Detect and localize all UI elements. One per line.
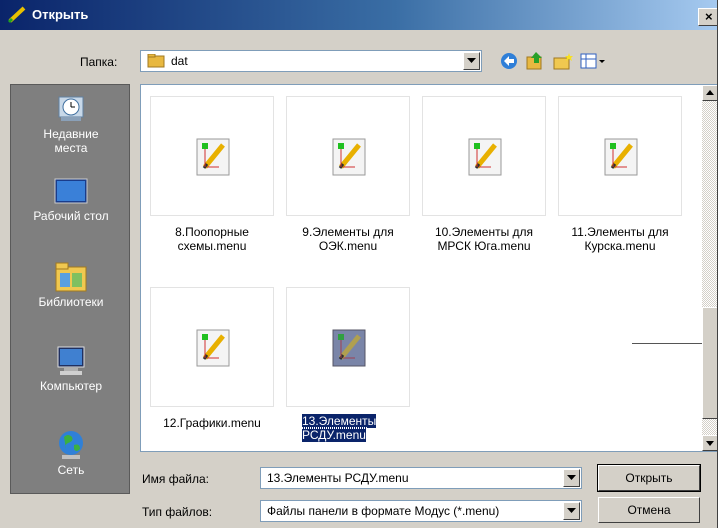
new-folder-icon[interactable]	[552, 51, 574, 71]
place-label: Компьютер	[39, 379, 103, 393]
place-label: Рабочий стол	[33, 209, 109, 223]
chevron-down-icon	[567, 475, 576, 480]
place-recent[interactable]: Недавние места	[11, 93, 131, 155]
menu-file-icon	[604, 138, 638, 176]
desktop-icon	[54, 178, 88, 204]
chevron-down-icon	[706, 441, 714, 446]
filename-value: 13.Элементы РСДУ.menu	[267, 471, 409, 485]
menu-file-icon	[196, 329, 230, 367]
file-tile-11[interactable]	[558, 96, 682, 216]
filename-label: Имя файла:	[142, 472, 209, 486]
chevron-down-icon	[467, 58, 476, 63]
file-name[interactable]: 8.Поопорные схемы.menu	[150, 225, 274, 253]
cancel-button[interactable]: Отмена	[598, 497, 700, 523]
file-tile-9[interactable]	[286, 96, 410, 216]
title-bar[interactable]: Открыть ×	[0, 0, 717, 30]
folder-select[interactable]: dat	[140, 50, 482, 72]
places-bar: Недавние места Рабочий стол Библиотеки К…	[10, 84, 130, 494]
folder-icon	[147, 54, 165, 68]
filetype-label: Тип файлов:	[142, 505, 213, 519]
menu-file-icon	[332, 329, 366, 367]
file-name-selected[interactable]: 13.Элементы РСДУ.menu	[286, 413, 398, 443]
folder-label: Папка:	[80, 55, 118, 69]
file-tile-10[interactable]	[422, 96, 546, 216]
place-label: места	[54, 141, 88, 155]
open-dialog: Открыть × Папка: dat Недавние места Рабо…	[0, 0, 718, 528]
menu-file-icon	[332, 138, 366, 176]
divider-line	[632, 343, 702, 344]
filetype-select[interactable]: Файлы панели в формате Модус (*.menu)	[260, 500, 582, 522]
file-tile-12[interactable]	[150, 287, 274, 407]
chevron-up-icon	[706, 90, 714, 95]
place-libraries[interactable]: Библиотеки	[11, 261, 131, 309]
scroll-up-button[interactable]	[702, 85, 717, 101]
place-label: Библиотеки	[38, 295, 104, 309]
file-name[interactable]: 12.Графики.menu	[150, 416, 274, 430]
filetype-value: Файлы панели в формате Модус (*.menu)	[267, 504, 500, 518]
libraries-icon	[55, 262, 87, 292]
computer-icon	[57, 346, 85, 375]
file-name[interactable]: 9.Элементы для ОЭК.menu	[286, 225, 410, 253]
scroll-thumb[interactable]	[702, 307, 717, 419]
window-title: Открыть	[32, 7, 89, 22]
file-tile-8[interactable]	[150, 96, 274, 216]
recent-places-icon	[58, 96, 84, 121]
chevron-down-icon	[567, 508, 576, 513]
menu-file-icon	[468, 138, 502, 176]
vertical-scrollbar[interactable]	[702, 85, 717, 451]
place-label: Сеть	[57, 463, 85, 477]
place-label: Недавние	[43, 127, 99, 141]
close-icon: ×	[705, 9, 713, 24]
up-folder-icon[interactable]	[524, 51, 546, 71]
filename-input[interactable]: 13.Элементы РСДУ.menu	[260, 467, 582, 489]
open-button[interactable]: Открыть	[597, 464, 701, 492]
place-desktop[interactable]: Рабочий стол	[11, 177, 131, 223]
network-icon	[59, 431, 83, 459]
filetype-dropdown-button[interactable]	[563, 502, 580, 520]
folder-name: dat	[171, 54, 188, 68]
place-computer[interactable]: Компьютер	[11, 345, 131, 393]
folder-dropdown-button[interactable]	[463, 52, 480, 70]
file-name[interactable]: 11.Элементы для Курска.menu	[558, 225, 682, 253]
close-button[interactable]: ×	[698, 8, 717, 26]
back-icon[interactable]	[498, 51, 520, 71]
place-network[interactable]: Сеть	[11, 429, 131, 477]
file-tile-13[interactable]	[286, 287, 410, 407]
modus-pen-icon	[7, 6, 26, 24]
menu-file-icon	[196, 138, 230, 176]
filename-dropdown-button[interactable]	[563, 469, 580, 487]
file-name[interactable]: 10.Элементы для МРСК Юга.menu	[422, 225, 546, 253]
view-menu-icon[interactable]	[580, 51, 606, 71]
scroll-down-button[interactable]	[702, 435, 717, 451]
